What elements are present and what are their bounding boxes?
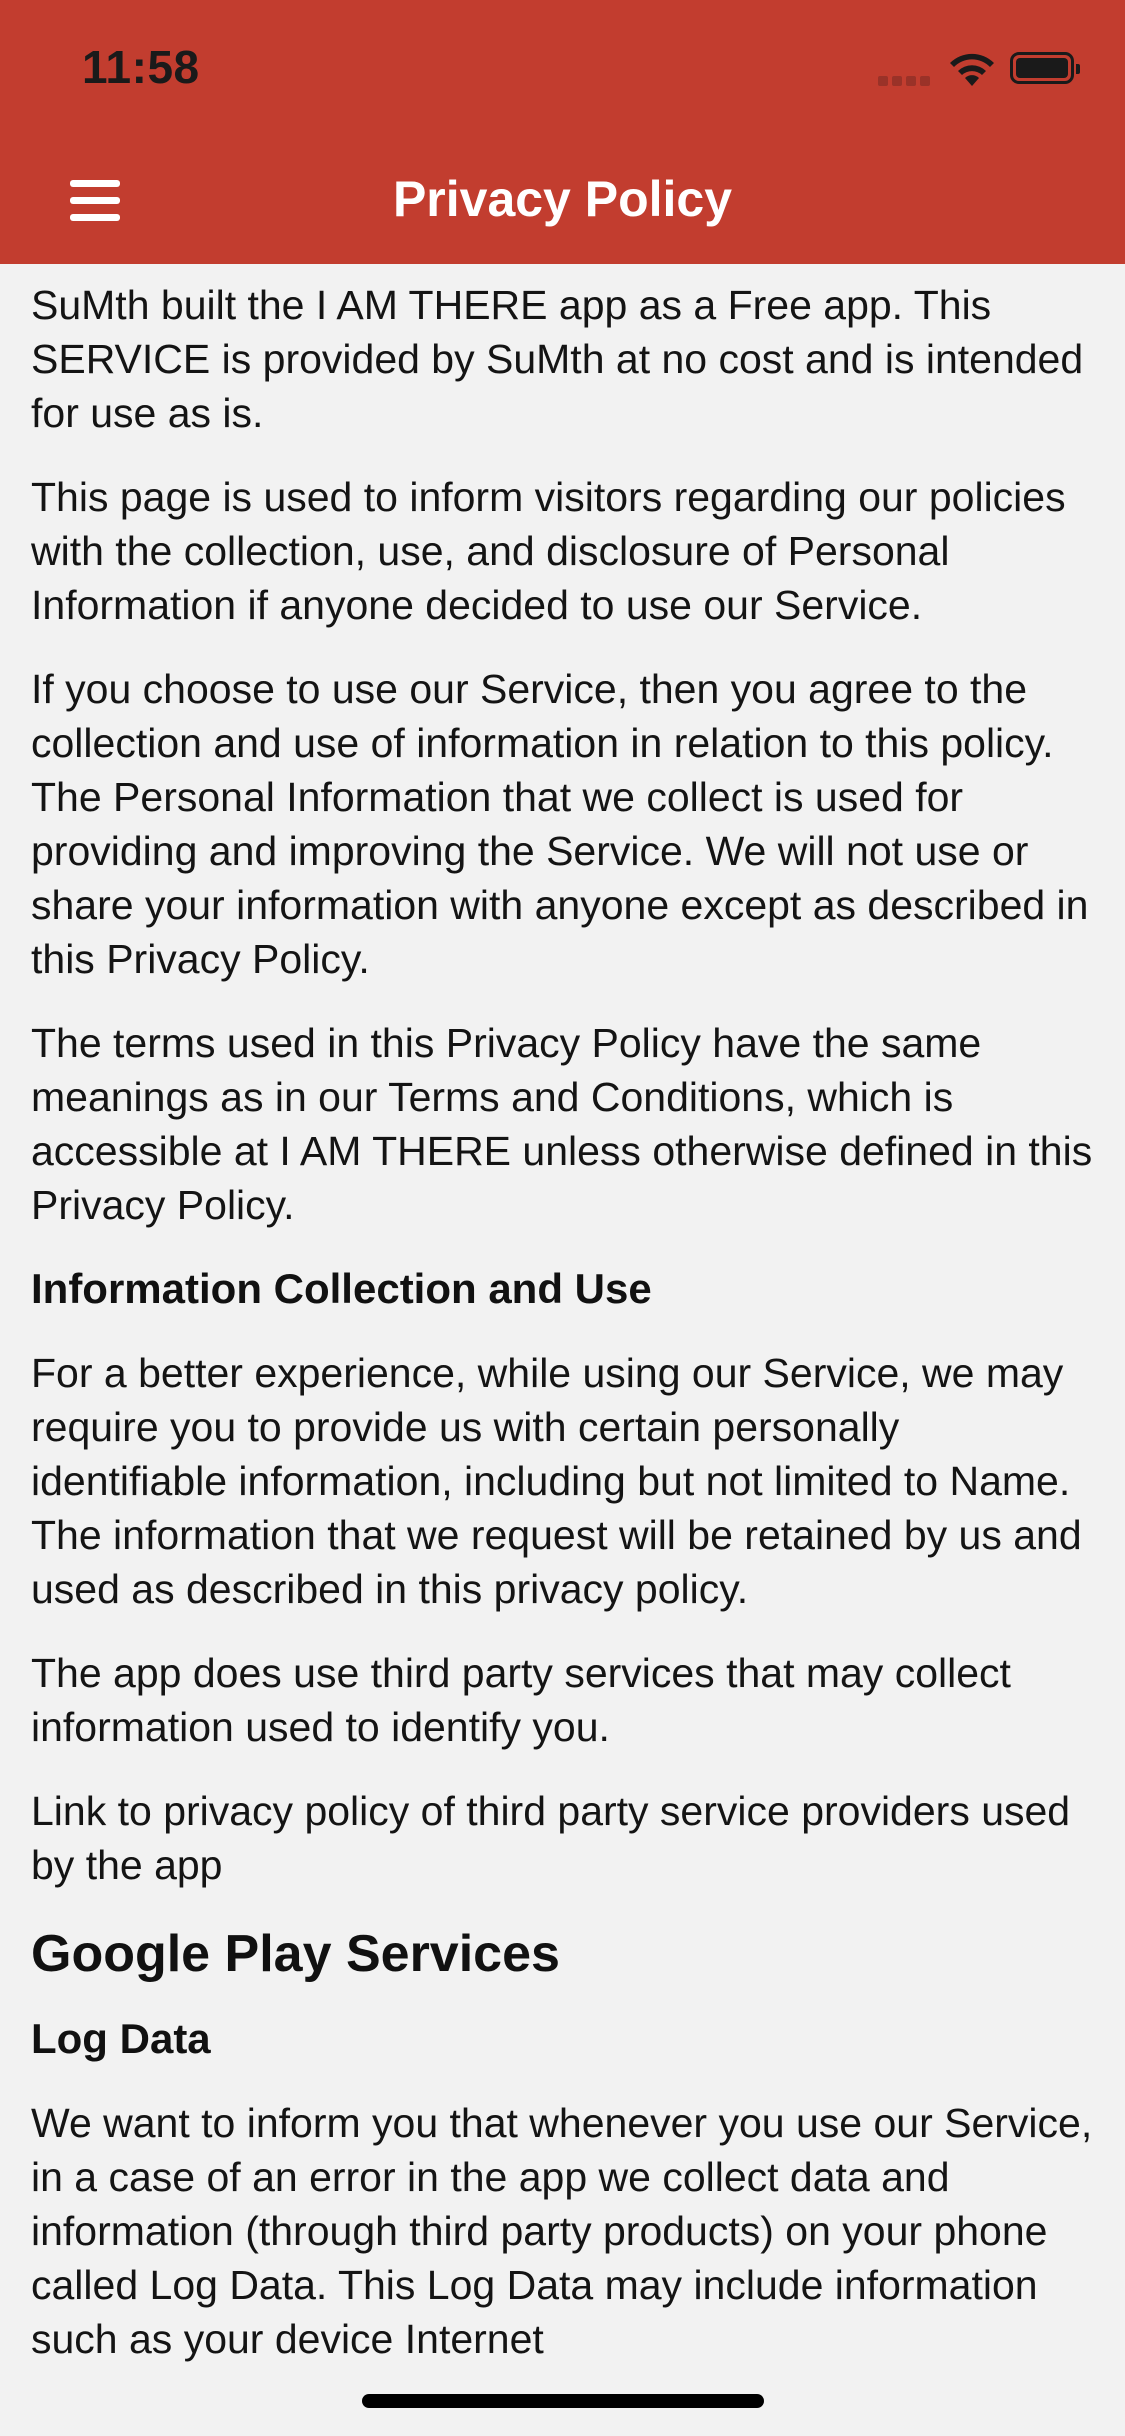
page-title: Privacy Policy [392,171,733,227]
policy-paragraph: If you choose to use our Service, then y… [31,666,1089,982]
policy-content[interactable]: SuMth built the I AM THERE app as a Free… [31,278,1101,2436]
home-indicator[interactable] [362,2394,764,2408]
policy-paragraph: The app does use third party services th… [31,1650,1011,1750]
section-heading-log-data: Log Data [31,2015,211,2062]
cellular-signal-icon [878,72,934,86]
policy-paragraph: SuMth built the I AM THERE app as a Free… [31,282,1084,436]
status-time: 11:58 [82,41,200,93]
policy-paragraph: We want to inform you that whenever you … [31,2100,1093,2362]
section-heading-collection: Information Collection and Use [31,1265,652,1312]
policy-paragraph: This page is used to inform visitors reg… [31,474,1066,628]
status-bar: 11:58 [0,0,1125,132]
policy-paragraph: The terms used in this Privacy Policy ha… [31,1020,1093,1228]
section-heading-google-play: Google Play Services [31,1925,560,1983]
navigation-bar: Privacy Policy [0,132,1125,264]
policy-paragraph: For a better experience, while using our… [31,1350,1082,1612]
battery-icon [1010,52,1080,84]
wifi-icon [950,53,994,86]
policy-paragraph: Link to privacy policy of third party se… [31,1788,1071,1888]
